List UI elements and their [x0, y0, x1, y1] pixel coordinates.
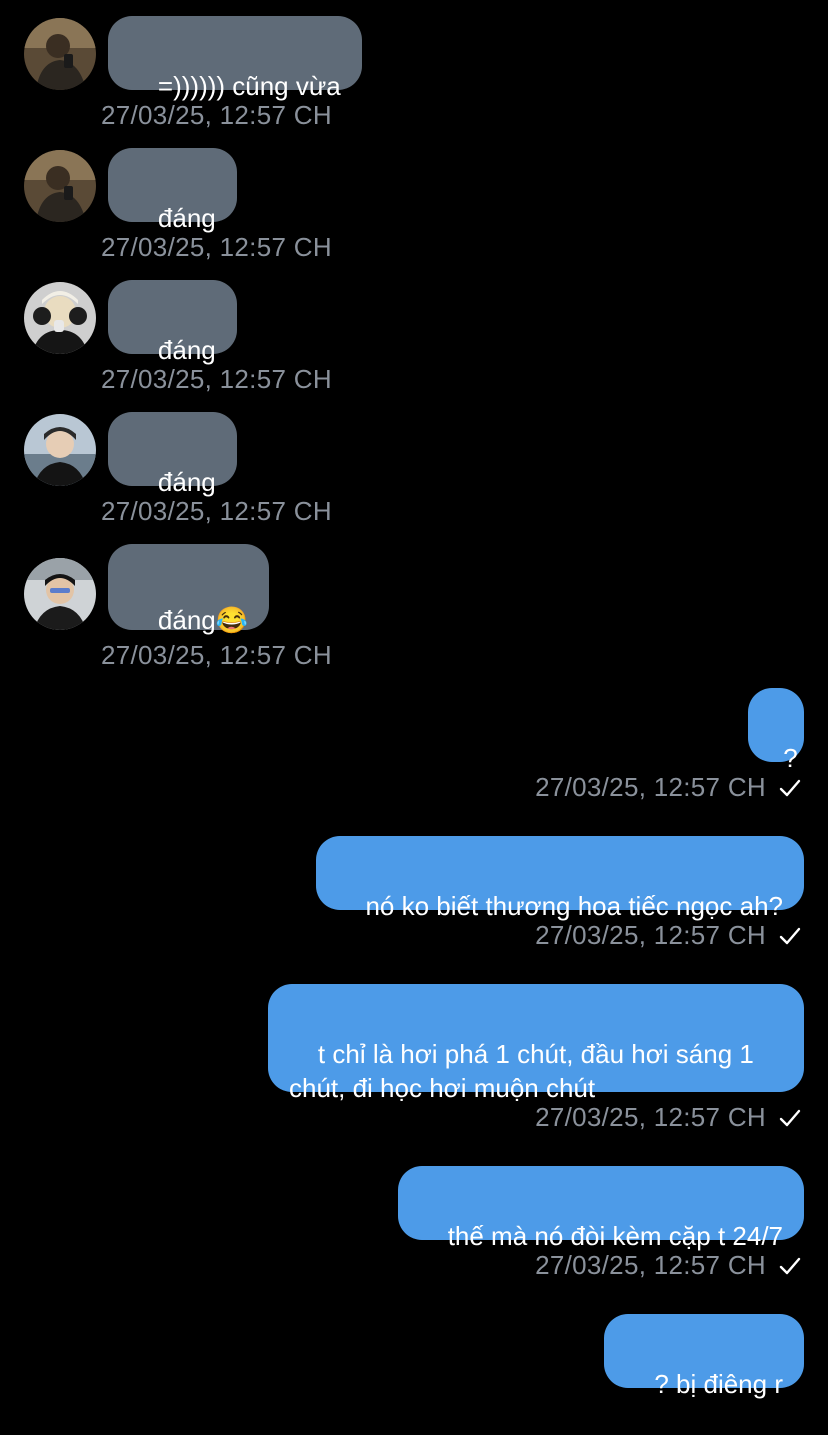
outgoing-message-bubble[interactable]: thế mà nó đòi kèm cặp t 24/7	[397, 1166, 804, 1251]
incoming-message-bubble[interactable]: đáng	[108, 280, 237, 365]
message-timestamp: 27/03/25, 12:57 CH	[535, 1102, 766, 1132]
message-timestamp: 27/03/25, 12:57 CH	[101, 640, 332, 670]
message-text: đáng	[157, 203, 216, 233]
message-text: =)))))) cũng vừa	[157, 71, 341, 101]
incoming-message-bubble[interactable]: đáng	[108, 148, 237, 233]
avatar-user-d-image	[24, 558, 96, 630]
message-timestamp: 27/03/25, 12:57 CH	[101, 100, 332, 130]
message-text: đáng😂	[157, 605, 249, 635]
message-text: t chỉ là hơi phá 1 chút, đầu hơi sáng 1 …	[289, 1039, 754, 1103]
message-text: nó ko biết thương hoa tiếc ngọc ah?	[365, 891, 783, 921]
outgoing-message-bubble[interactable]: t chỉ là hơi phá 1 chút, đầu hơi sáng 1 …	[268, 984, 804, 1103]
avatar-user-a-image	[24, 150, 96, 222]
incoming-message-bubble[interactable]: =)))))) cũng vừa	[108, 16, 362, 101]
avatar[interactable]	[24, 18, 96, 90]
avatar[interactable]	[24, 558, 96, 630]
sent-check-icon	[778, 1106, 802, 1130]
sent-check-icon	[778, 776, 802, 800]
outgoing-message-bubble[interactable]: ?	[748, 688, 804, 773]
message-timestamp: 27/03/25, 12:57 CH	[535, 772, 766, 802]
message-timestamp: 27/03/25, 12:57 CH	[101, 232, 332, 262]
avatar-user-a-image	[24, 18, 96, 90]
sent-check-icon	[778, 1254, 802, 1278]
avatar-user-b-image	[24, 282, 96, 354]
message-timestamp: 27/03/25, 12:57 CH	[101, 364, 332, 394]
message-text: đáng	[157, 335, 216, 365]
outgoing-message-bubble[interactable]: ? bị điêng r	[604, 1314, 804, 1399]
incoming-message-bubble[interactable]: đáng😂	[108, 544, 270, 635]
avatar[interactable]	[24, 282, 96, 354]
avatar-user-c-image	[24, 414, 96, 486]
sent-check-icon	[778, 924, 802, 948]
avatar[interactable]	[24, 414, 96, 486]
message-text: ?	[783, 743, 798, 773]
message-text: thế mà nó đòi kèm cặp t 24/7	[447, 1221, 783, 1251]
message-timestamp: 27/03/25, 12:57 CH	[535, 1250, 766, 1280]
incoming-message-bubble[interactable]: đáng	[108, 412, 237, 497]
message-timestamp: 27/03/25, 12:57 CH	[101, 496, 332, 526]
message-timestamp: 27/03/25, 12:57 CH	[535, 920, 766, 950]
chat-thread: =)))))) cũng vừa 27/03/25, 12:57 CH đáng…	[0, 0, 828, 1399]
avatar[interactable]	[24, 150, 96, 222]
outgoing-message-bubble[interactable]: nó ko biết thương hoa tiếc ngọc ah?	[315, 836, 804, 921]
message-text: đáng	[157, 467, 216, 497]
